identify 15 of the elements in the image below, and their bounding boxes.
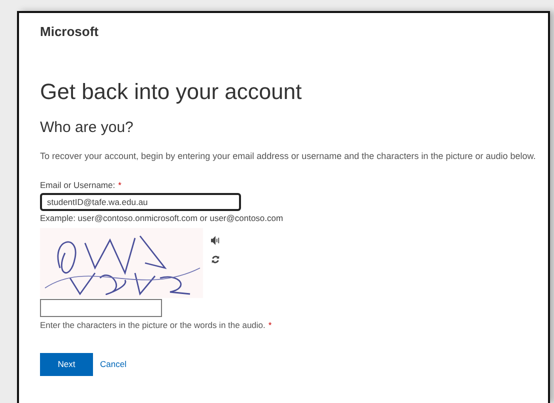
example-hint: Example: user@contoso.onmicrosoft.com or user@contoso.com [40, 214, 284, 222]
refresh-icon[interactable] [211, 255, 220, 264]
field-label: Email or Username: [40, 181, 116, 190]
required-mark: * [268, 321, 272, 330]
captcha-hint: Enter the characters in the picture or the words in the audio. [40, 321, 266, 330]
email-field[interactable]: studentID@tafe.wa.edu.au [40, 192, 241, 210]
brand-logo: Microsoft [40, 25, 98, 38]
audio-icon[interactable] [211, 236, 220, 245]
page-heading: Get back into your account [40, 81, 302, 103]
cancel-link[interactable]: Cancel [100, 358, 126, 370]
captcha-field[interactable] [40, 299, 162, 317]
next-button[interactable]: Next [40, 352, 93, 376]
instructions-text: To recover your account, begin by entering your email address or username and the characters in the picture or audio below. [40, 152, 536, 161]
section-heading: Who are you? [40, 120, 134, 135]
required-mark: * [118, 181, 122, 190]
